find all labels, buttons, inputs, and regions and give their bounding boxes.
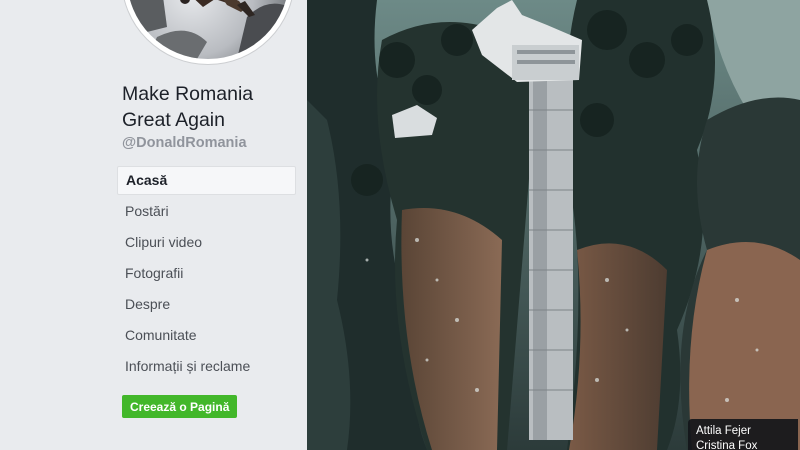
page-title[interactable]: Make Romania Great Again bbox=[122, 81, 302, 133]
nav-item-about[interactable]: Despre bbox=[117, 289, 296, 320]
profile-photo-art bbox=[127, 0, 289, 59]
likers-tooltip: Attila Fejer Cristina Fox bbox=[688, 419, 798, 450]
nav-item-home[interactable]: Acasă bbox=[117, 166, 296, 195]
cover-photo[interactable] bbox=[307, 0, 800, 450]
nav-item-posts[interactable]: Postări bbox=[117, 196, 296, 227]
nav-item-community[interactable]: Comunitate bbox=[117, 320, 296, 351]
tooltip-line: Attila Fejer bbox=[696, 425, 751, 437]
nav-item-photos[interactable]: Fotografii bbox=[117, 258, 296, 289]
profile-photo bbox=[127, 0, 289, 59]
profile-picture[interactable] bbox=[122, 0, 294, 64]
nav-item-info-ads[interactable]: Informații și reclame bbox=[117, 351, 296, 382]
elevator-cliff-photo bbox=[307, 0, 800, 450]
tooltip-line: Cristina Fox bbox=[696, 440, 758, 450]
page-handle[interactable]: @DonaldRomania bbox=[122, 135, 247, 151]
left-column: Make Romania Great Again @DonaldRomania … bbox=[0, 0, 307, 450]
create-page-button[interactable]: Creează o Pagină bbox=[122, 395, 238, 418]
page-nav: Acasă Postări Clipuri video Fotografii D… bbox=[117, 166, 296, 382]
nav-item-videos[interactable]: Clipuri video bbox=[117, 227, 296, 258]
